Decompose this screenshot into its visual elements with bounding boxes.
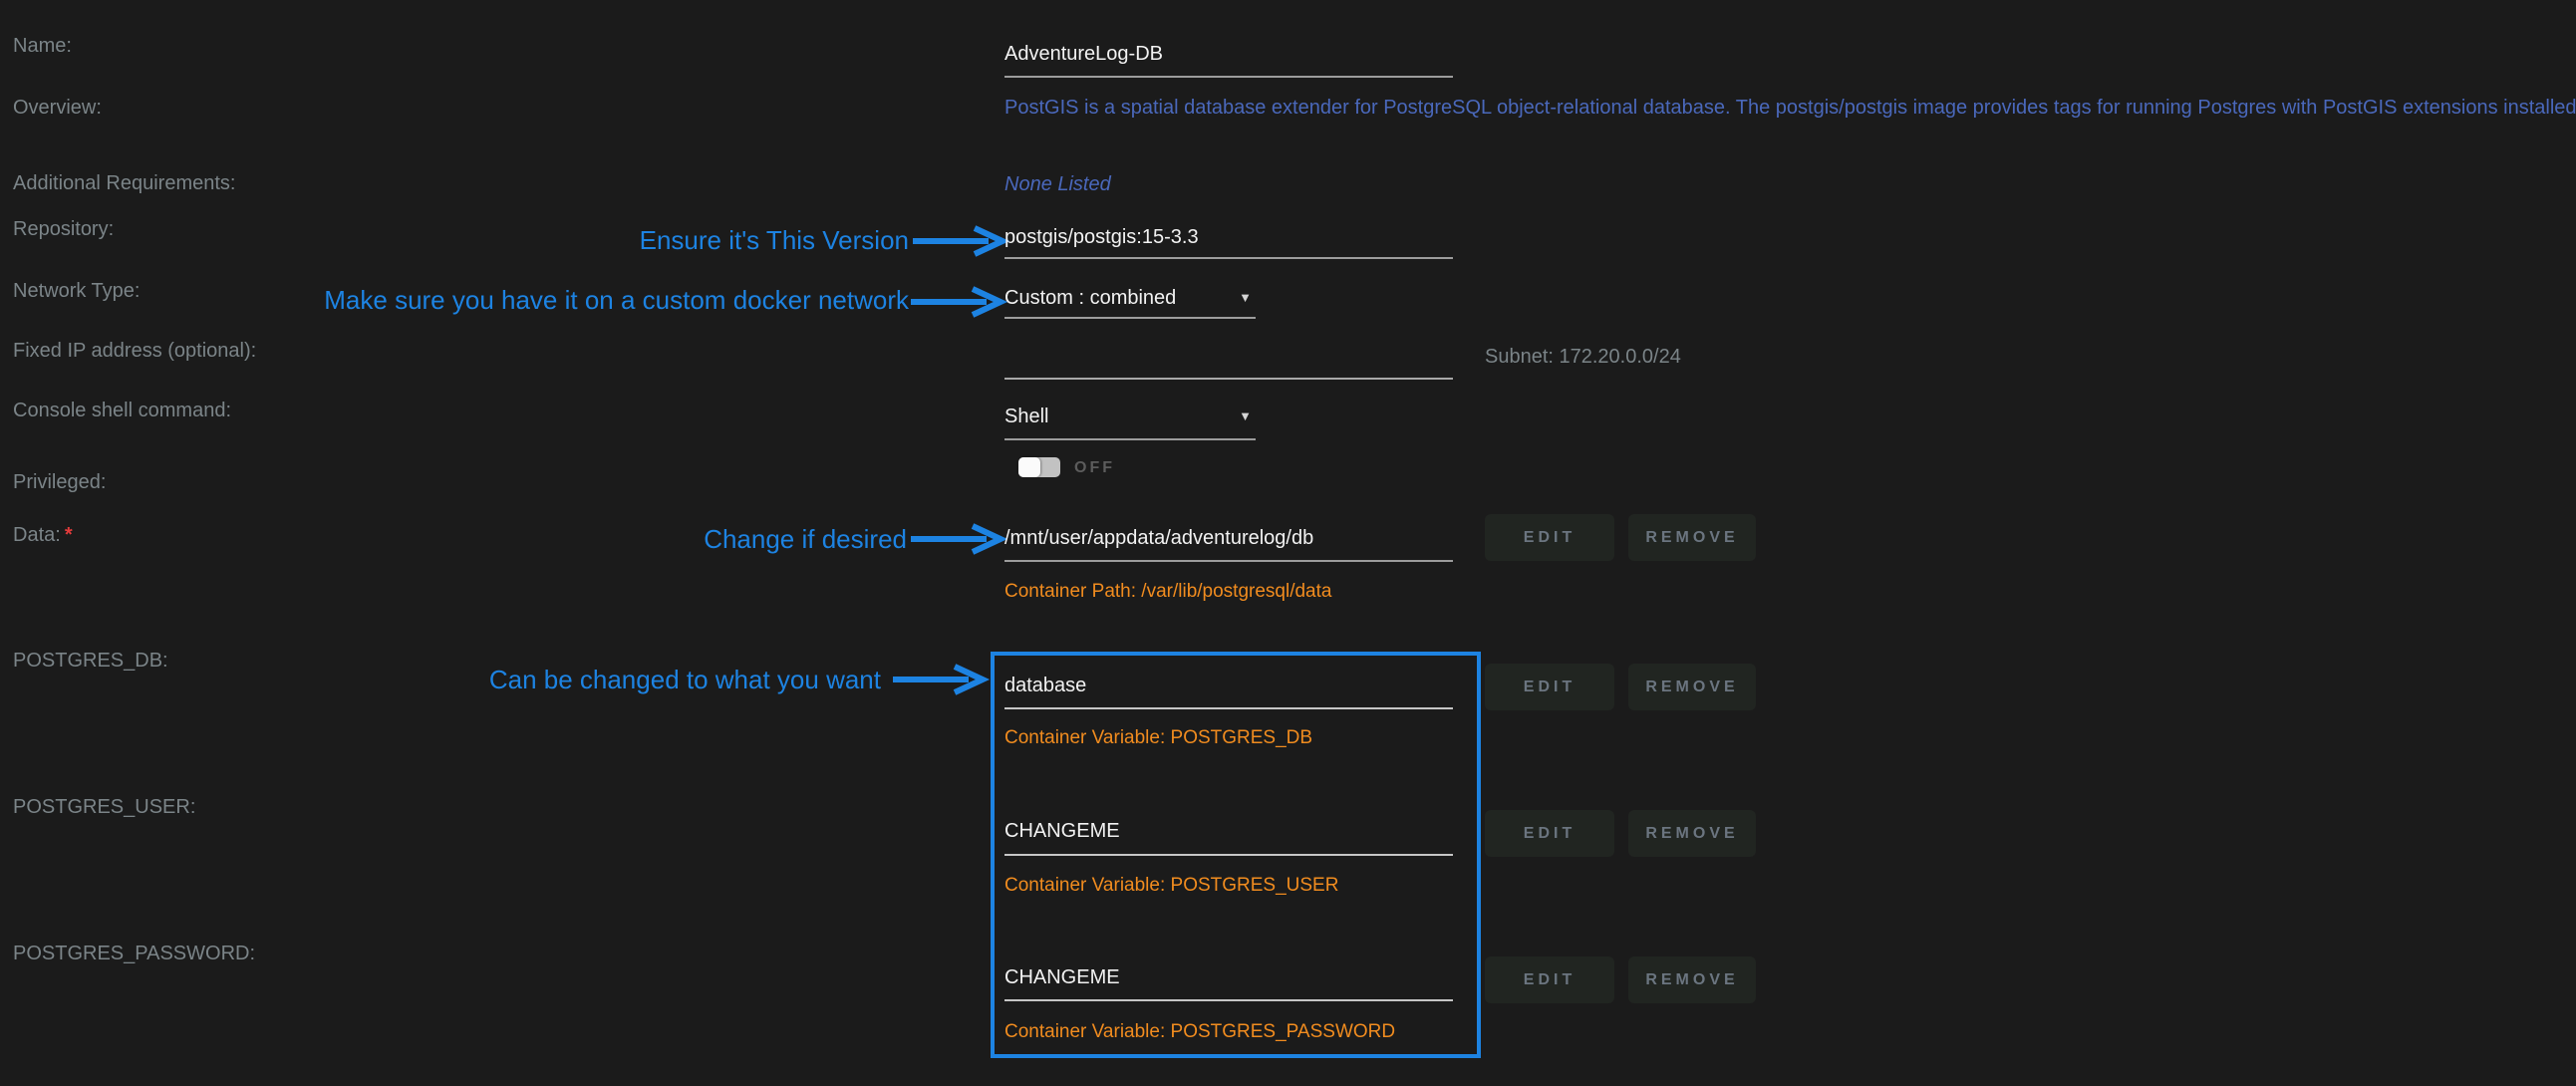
privileged-toggle-state: OFF	[1074, 459, 1115, 477]
toggle-knob	[1018, 457, 1040, 477]
postgres-db-edit-button[interactable]: EDIT	[1485, 664, 1614, 710]
data-annotation: Change if desired	[460, 524, 907, 554]
docker-container-template-page: Name: AdventureLog-DB Overview: PostGIS …	[0, 0, 2576, 1086]
postgres-password-remove-button[interactable]: REMOVE	[1628, 956, 1756, 1003]
privileged-toggle[interactable]	[1018, 457, 1060, 477]
network-annotation: Make sure you have it on a custom docker…	[211, 285, 909, 315]
overview-text: PostGIS is a spatial database extender f…	[1004, 96, 2576, 120]
data-label-text: Data:	[13, 524, 61, 546]
console-shell-label: Console shell command:	[13, 399, 231, 422]
network-type-select[interactable]: Custom : combined ▼	[1004, 286, 1256, 310]
console-shell-select[interactable]: Shell ▼	[1004, 405, 1256, 428]
postgres-password-edit-button[interactable]: EDIT	[1485, 956, 1614, 1003]
data-remove-button[interactable]: REMOVE	[1628, 514, 1756, 561]
postgres-user-label: POSTGRES_USER:	[13, 795, 195, 819]
postgres-db-annotation: Can be changed to what you want	[383, 665, 881, 694]
subnet-note: Subnet: 172.20.0.0/24	[1485, 345, 1681, 369]
postgres-password-input[interactable]: CHANGEME	[1004, 965, 1120, 989]
data-container-path-note: Container Path: /var/lib/postgresql/data	[1004, 580, 1331, 603]
name-input-underline	[1004, 76, 1453, 78]
network-type-label: Network Type:	[13, 279, 140, 303]
postgres-db-label: POSTGRES_DB:	[13, 649, 168, 673]
postgres-user-input[interactable]: CHANGEME	[1004, 819, 1120, 843]
repository-input-underline	[1004, 257, 1453, 259]
network-annotation-arrow-icon	[909, 286, 1008, 318]
postgres-db-annotation-arrow-icon	[891, 664, 991, 695]
postgres-password-underline	[1004, 999, 1453, 1001]
privileged-label: Privileged:	[13, 470, 106, 494]
additional-requirements-value: None Listed	[1004, 172, 1111, 196]
fixed-ip-label: Fixed IP address (optional):	[13, 339, 256, 363]
postgres-db-variable-note: Container Variable: POSTGRES_DB	[1004, 726, 1312, 749]
data-path-underline	[1004, 560, 1453, 562]
network-type-selected-value: Custom : combined	[1004, 287, 1176, 309]
name-input[interactable]: AdventureLog-DB	[1004, 42, 1163, 66]
name-label: Name:	[13, 34, 72, 58]
repository-annotation-arrow-icon	[911, 225, 1010, 257]
data-label: Data:*	[13, 523, 73, 547]
fixed-ip-input-underline	[1004, 378, 1453, 380]
postgres-user-edit-button[interactable]: EDIT	[1485, 810, 1614, 857]
data-path-input[interactable]: /mnt/user/appdata/adventurelog/db	[1004, 526, 1313, 550]
overview-label: Overview:	[13, 96, 102, 120]
postgres-db-underline	[1004, 707, 1453, 709]
additional-requirements-label: Additional Requirements:	[13, 171, 235, 195]
repository-annotation: Ensure it's This Version	[460, 225, 909, 255]
network-type-underline	[1004, 317, 1256, 319]
postgres-password-variable-note: Container Variable: POSTGRES_PASSWORD	[1004, 1020, 1395, 1043]
postgres-db-input[interactable]: database	[1004, 674, 1086, 697]
data-annotation-arrow-icon	[909, 523, 1008, 555]
postgres-user-remove-button[interactable]: REMOVE	[1628, 810, 1756, 857]
repository-input[interactable]: postgis/postgis:15-3.3	[1004, 225, 1199, 249]
required-asterisk: *	[65, 524, 73, 546]
postgres-user-underline	[1004, 854, 1453, 856]
dropdown-arrow-icon: ▼	[1239, 409, 1252, 422]
data-edit-button[interactable]: EDIT	[1485, 514, 1614, 561]
console-shell-selected-value: Shell	[1004, 406, 1048, 427]
repository-label: Repository:	[13, 217, 114, 241]
console-shell-underline	[1004, 438, 1256, 440]
postgres-user-variable-note: Container Variable: POSTGRES_USER	[1004, 874, 1338, 897]
postgres-db-remove-button[interactable]: REMOVE	[1628, 664, 1756, 710]
postgres-password-label: POSTGRES_PASSWORD:	[13, 942, 255, 965]
dropdown-arrow-icon: ▼	[1239, 291, 1252, 304]
